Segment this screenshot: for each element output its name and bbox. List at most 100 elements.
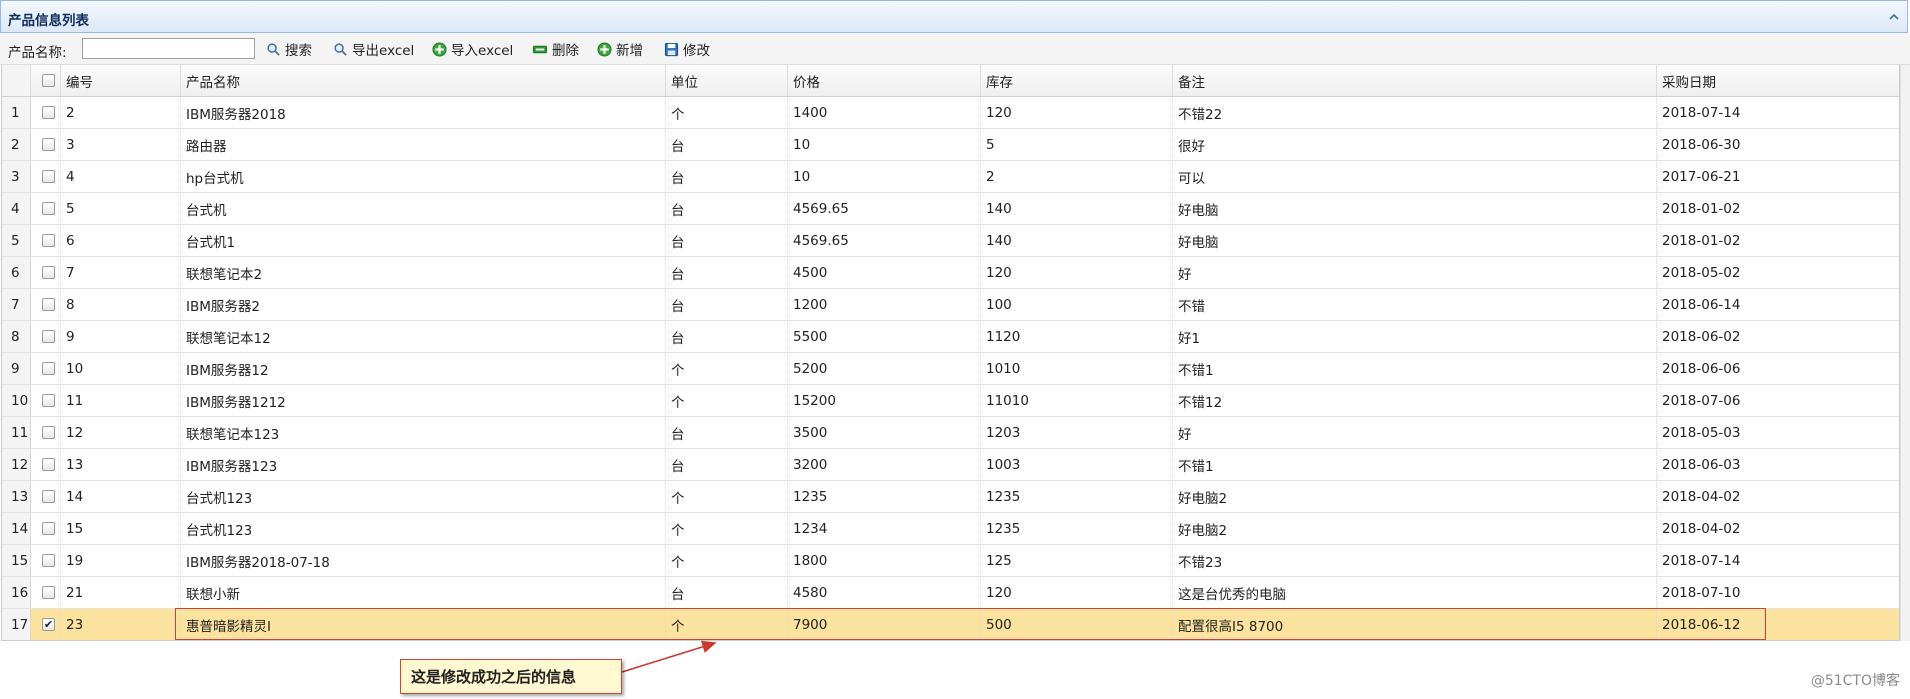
- row-number: 12: [2, 449, 31, 480]
- cell-date: 2018-07-14: [1662, 552, 1741, 569]
- row-checkbox[interactable]: [42, 426, 55, 439]
- cell-unit: 台: [666, 161, 788, 192]
- row-checkbox[interactable]: [42, 298, 55, 311]
- table-row[interactable]: 4 5 台式机台 4569.65 140 好电脑 2018-01-02: [2, 193, 1899, 225]
- cell-remark: 好电脑2: [1173, 481, 1657, 512]
- panel-header: 产品信息列表: [0, 0, 1908, 33]
- table-row[interactable]: 10 11 IBM服务器1212 个 15200 11010 不错12 2018-07-06: [2, 385, 1899, 417]
- cell-remark: 好: [1173, 257, 1657, 288]
- row-number: 13: [2, 481, 31, 512]
- row-number: 10: [2, 385, 31, 416]
- col-header-name[interactable]: 产品名称: [181, 65, 666, 96]
- table-row[interactable]: 15 19 IBM服务器2018-07-18 个 1800 125 不错23 2018-07-…: [2, 545, 1899, 577]
- table-row[interactable]: 8 9 联想笔记本12 台 5500 1120 好1 2018-06-02: [2, 321, 1899, 353]
- row-checkbox[interactable]: [42, 554, 55, 567]
- row-number: 6: [2, 257, 31, 288]
- cell-stock: 1235: [981, 513, 1173, 544]
- row-checkbox[interactable]: [42, 458, 55, 471]
- cell-price: 4500: [788, 257, 981, 288]
- cell-remark: 不错22: [1173, 97, 1657, 128]
- cell-stock: 1203: [981, 417, 1173, 448]
- cell-name: IBM服务器2: [181, 289, 666, 320]
- cell-stock: 125: [981, 545, 1173, 576]
- row-checkbox[interactable]: [42, 330, 55, 343]
- plus-circle-icon: [597, 41, 612, 57]
- cell-price: 1200: [788, 289, 981, 320]
- select-all-checkbox[interactable]: [42, 74, 55, 87]
- col-header-date[interactable]: 采购日期: [1657, 65, 1899, 96]
- cell-name: 台式机123: [181, 513, 666, 544]
- cell-name: 台式机123: [181, 481, 666, 512]
- cell-stock: 140: [981, 225, 1173, 256]
- table-row[interactable]: 14 15 台式机123 个 1234 1235 好电脑2 2018-04-02: [2, 513, 1899, 545]
- add-button[interactable]: 新增: [597, 40, 643, 59]
- row-number: 5: [2, 225, 31, 256]
- table-row[interactable]: 5 6 台式机1 台 4569.65 140 好电脑 2018-01-02: [2, 225, 1899, 257]
- vertical-scrollbar[interactable]: [1900, 65, 1910, 641]
- cell-stock: 500: [981, 609, 1173, 640]
- table-row[interactable]: 6 7 联想笔记本2 台 4500 120 好 2018-05-02: [2, 257, 1899, 289]
- row-checkbox[interactable]: [42, 394, 55, 407]
- cell-unit: 个: [666, 97, 788, 128]
- cell-id: 19: [61, 545, 181, 576]
- col-header-unit[interactable]: 单位: [666, 65, 788, 96]
- cell-id: 8: [61, 289, 181, 320]
- cell-price: 5200: [788, 353, 981, 384]
- table-row[interactable]: 3 4 hp台式机台 10 2 可以 2017-06-21: [2, 161, 1899, 193]
- cell-remark: 不错1: [1173, 449, 1657, 480]
- search-button-label: 搜索: [285, 43, 312, 59]
- row-checkbox[interactable]: [42, 138, 55, 151]
- cell-date: 2018-07-10: [1662, 584, 1741, 601]
- cell-stock: 1235: [981, 481, 1173, 512]
- table-row[interactable]: 9 10 IBM服务器12 个 5200 1010 不错1 2018-06-06: [2, 353, 1899, 385]
- table-row[interactable]: 16 21 联想小新台 4580 120 这是台优秀的电脑 2018-07-10: [2, 577, 1899, 609]
- search-label: 产品名称:: [8, 45, 67, 61]
- row-checkbox[interactable]: [42, 586, 55, 599]
- cell-remark: 不错1: [1173, 353, 1657, 384]
- table-row[interactable]: 11 12 联想笔记本123 台 3500 1203 好 2018-05-03: [2, 417, 1899, 449]
- checkbox-cell: [31, 257, 61, 288]
- row-checkbox[interactable]: [42, 234, 55, 247]
- row-checkbox[interactable]: [42, 202, 55, 215]
- delete-button[interactable]: 删除: [532, 40, 579, 59]
- row-checkbox[interactable]: [42, 106, 55, 119]
- cell-price: 4569.65: [788, 193, 981, 224]
- cell-id: 21: [61, 577, 181, 608]
- cell-unit: 台: [666, 417, 788, 448]
- col-header-id[interactable]: 编号: [61, 65, 181, 96]
- checkbox-cell: [31, 129, 61, 160]
- import-excel-button[interactable]: 导入excel: [432, 40, 514, 59]
- table-row[interactable]: 7 8 IBM服务器2 台 1200 100 不错 2018-06-14: [2, 289, 1899, 321]
- cell-unit: 个: [666, 513, 788, 544]
- search-icon: [267, 42, 280, 56]
- table-row[interactable]: 1 2 IBM服务器2018 个 1400 120 不错22 2018-07-14: [2, 97, 1899, 129]
- edit-button[interactable]: 修改: [664, 40, 710, 59]
- cell-remark: 可以: [1173, 161, 1657, 192]
- import-excel-label: 导入excel: [451, 43, 514, 59]
- table-row[interactable]: 2 3 路由器台 10 5 很好 2018-06-30: [2, 129, 1899, 161]
- row-number: 4: [2, 193, 31, 224]
- cell-stock: 140: [981, 193, 1173, 224]
- search-button[interactable]: 搜索: [266, 40, 312, 59]
- select-all-cell: [31, 65, 61, 96]
- export-excel-button[interactable]: 导出excel: [333, 40, 414, 59]
- row-number: 8: [2, 321, 31, 352]
- row-checkbox[interactable]: [42, 170, 55, 183]
- row-checkbox[interactable]: [42, 266, 55, 279]
- cell-id: 5: [61, 193, 181, 224]
- row-checkbox[interactable]: [42, 522, 55, 535]
- table-row[interactable]: 12 13 IBM服务器123 台 3200 1003 不错1 2018-06-03: [2, 449, 1899, 481]
- col-header-remark[interactable]: 备注: [1173, 65, 1657, 96]
- row-checkbox[interactable]: ✔: [42, 618, 55, 631]
- col-header-stock[interactable]: 库存: [981, 65, 1173, 96]
- row-checkbox[interactable]: [42, 490, 55, 503]
- cell-unit: 台: [666, 193, 788, 224]
- col-header-price[interactable]: 价格: [788, 65, 981, 96]
- table-row[interactable]: 13 14 台式机123 个 1235 1235 好电脑2 2018-04-02: [2, 481, 1899, 513]
- cell-unit: 个: [666, 545, 788, 576]
- product-name-input[interactable]: [82, 38, 255, 59]
- table-row[interactable]: 17 ✔ 23 惠普暗影精灵I 个 7900 500 配置很高I5 8700 2018-06-1…: [2, 609, 1899, 640]
- row-checkbox[interactable]: [42, 362, 55, 375]
- collapse-icon[interactable]: [1887, 10, 1901, 24]
- cell-remark: 不错: [1173, 289, 1657, 320]
